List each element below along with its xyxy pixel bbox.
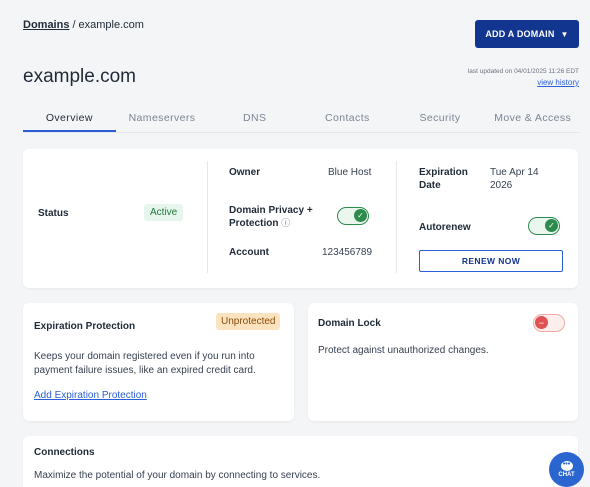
breadcrumb: Domains / example.com xyxy=(23,19,144,31)
breadcrumb-domains-link[interactable]: Domains xyxy=(23,19,69,31)
account-value: 123456789 xyxy=(322,247,373,258)
domain-lock-title: Domain Lock xyxy=(318,318,381,329)
tab-dns[interactable]: DNS xyxy=(208,107,301,132)
minus-icon: − xyxy=(535,316,548,329)
expiration-protection-title: Expiration Protection xyxy=(34,321,136,332)
owner-label: Owner xyxy=(229,167,261,178)
owner-value: Blue Host xyxy=(328,167,372,178)
privacy-label-line1: Domain Privacy + xyxy=(229,205,313,216)
tab-bar: Overview Nameservers DNS Contacts Securi… xyxy=(23,107,579,133)
domain-lock-desc: Protect against unauthorized changes. xyxy=(318,345,489,356)
status-card: Status Active Owner Blue Host Domain Pri… xyxy=(23,149,578,288)
tab-contacts[interactable]: Contacts xyxy=(301,107,394,132)
breadcrumb-separator: / xyxy=(72,19,76,31)
expiration-protection-desc: Keeps your domain registered even if you… xyxy=(34,350,256,378)
autorenew-toggle[interactable]: ✓ xyxy=(528,217,560,235)
divider xyxy=(396,161,397,273)
privacy-toggle[interactable]: ✓ xyxy=(337,207,369,225)
add-expiration-protection-link[interactable]: Add Expiration Protection xyxy=(34,389,147,403)
expiration-protection-desc-line1: Keeps your domain registered even if you… xyxy=(34,351,255,362)
tab-nameservers[interactable]: Nameservers xyxy=(116,107,209,132)
unprotected-badge: Unprotected xyxy=(216,313,281,330)
expiration-protection-card: Expiration Protection Unprotected Keeps … xyxy=(23,303,294,421)
autorenew-label: Autorenew xyxy=(419,222,471,233)
connections-card: Connections Maximize the potential of yo… xyxy=(23,436,578,487)
chat-label: CHAT xyxy=(558,472,575,478)
check-icon: ✓ xyxy=(354,209,367,222)
status-label: Status xyxy=(38,208,69,219)
tab-overview[interactable]: Overview xyxy=(23,107,116,132)
domain-lock-toggle[interactable]: − xyxy=(533,314,565,332)
check-icon: ✓ xyxy=(545,219,558,232)
connections-desc: Maximize the potential of your domain by… xyxy=(34,470,321,481)
chat-bubble-icon: ••• xyxy=(560,461,573,471)
status-badge: Active xyxy=(144,204,184,221)
divider xyxy=(207,161,208,273)
last-updated: last updated on 04/01/2025 11:26 EDT vie… xyxy=(468,66,579,88)
tab-move-access[interactable]: Move & Access xyxy=(486,107,579,132)
expiration-protection-desc-line2: payment failure issues, like an expired … xyxy=(34,365,256,376)
expiration-value-line1: Tue Apr 14 xyxy=(490,167,539,178)
add-domain-label: ADD A DOMAIN xyxy=(485,29,555,39)
account-label: Account xyxy=(229,247,269,258)
expiration-value-line2: 2026 xyxy=(490,180,513,191)
last-updated-text: last updated on 04/01/2025 11:26 EDT xyxy=(467,68,579,75)
expiration-value: Tue Apr 14 2026 xyxy=(490,166,539,192)
domain-lock-card: Domain Lock − Protect against unauthoriz… xyxy=(308,303,578,421)
view-history-link[interactable]: view history xyxy=(468,77,579,88)
tab-security[interactable]: Security xyxy=(394,107,487,132)
renew-now-button[interactable]: RENEW NOW xyxy=(419,250,563,272)
privacy-label: Domain Privacy + Protection ⓘ xyxy=(229,204,313,230)
connections-title: Connections xyxy=(34,447,95,458)
breadcrumb-current: example.com xyxy=(78,19,144,31)
chat-button[interactable]: ••• CHAT xyxy=(549,452,584,487)
privacy-label-line2: Protection xyxy=(229,218,279,229)
expiration-label: Expiration Date xyxy=(419,166,468,192)
add-domain-button[interactable]: ADD A DOMAIN ▼ xyxy=(475,20,579,48)
info-icon[interactable]: ⓘ xyxy=(281,218,290,228)
expiration-label-line2: Date xyxy=(419,180,441,191)
privacy-label-line2-row: Protection ⓘ xyxy=(229,217,313,230)
page-title: example.com xyxy=(23,66,136,87)
expiration-label-line1: Expiration xyxy=(419,167,468,178)
caret-down-icon: ▼ xyxy=(560,29,569,39)
